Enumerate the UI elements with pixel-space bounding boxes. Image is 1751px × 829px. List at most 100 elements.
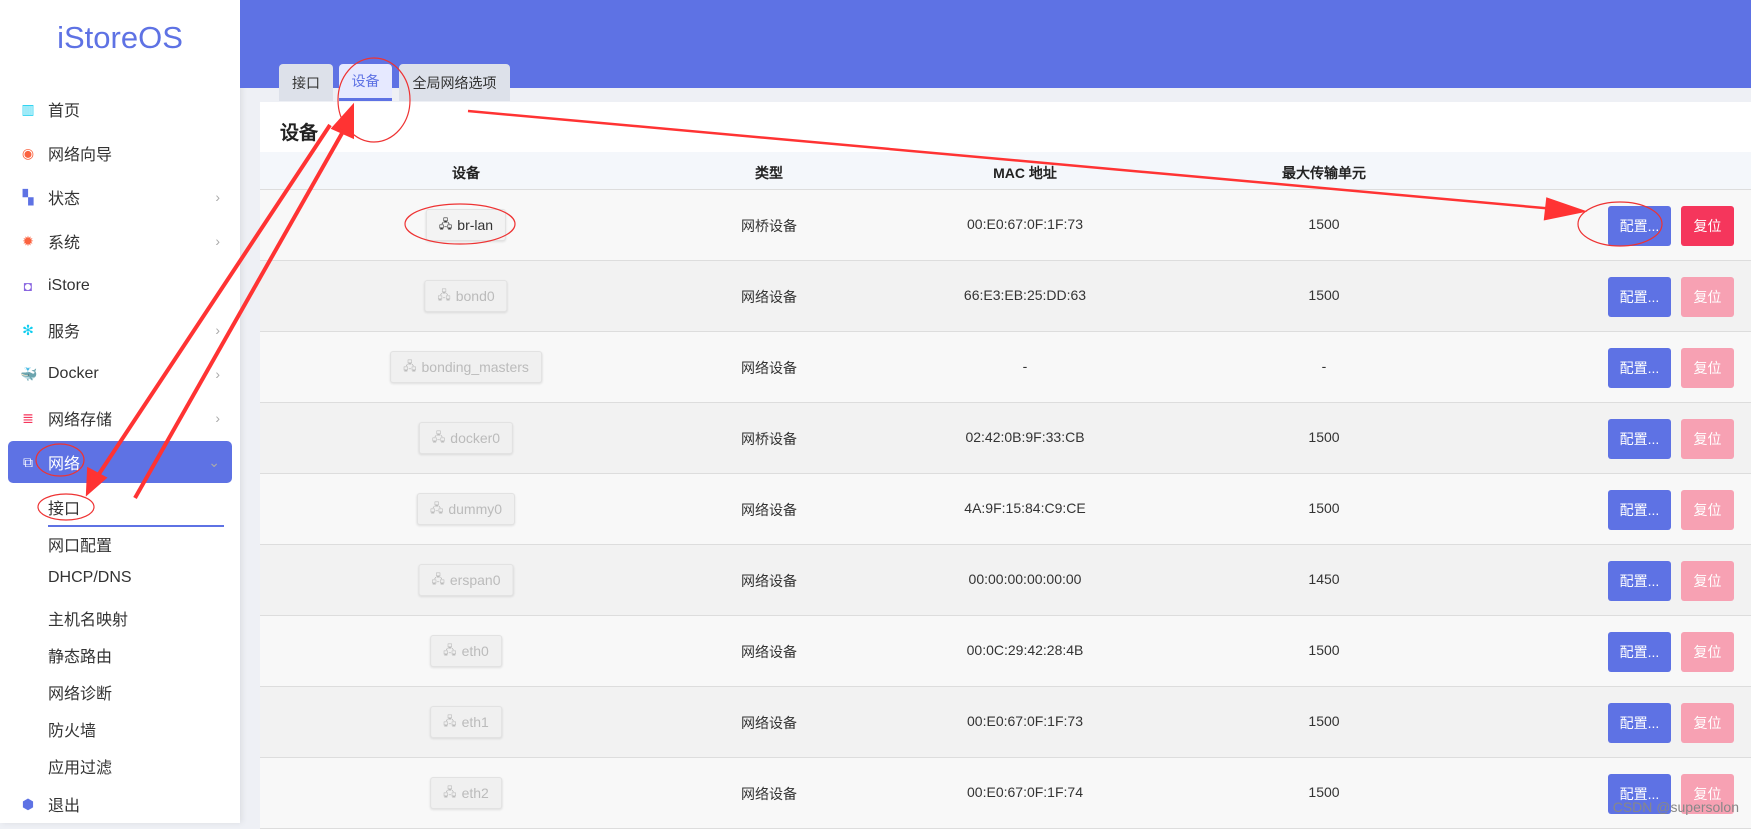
device-name: eth2 bbox=[461, 785, 489, 801]
bag-icon: ◘ bbox=[23, 278, 33, 294]
gear-icon: ✹ bbox=[22, 233, 34, 249]
device-type: 网络设备 bbox=[741, 715, 797, 731]
reset-button[interactable]: 复位 bbox=[1681, 561, 1734, 601]
reset-button[interactable]: 复位 bbox=[1681, 277, 1734, 317]
sidebar-item-3[interactable]: ✹ 系统 › bbox=[8, 220, 232, 262]
device-name: bond0 bbox=[455, 288, 495, 304]
mac-address: 00:E0:67:0F:1F:74 bbox=[967, 784, 1083, 800]
table-row: 🖧 dummy0 网络设备 4A:9F:15:84:C9:CE 1500 配置..… bbox=[260, 474, 1751, 545]
network-device-icon: 🖧 bbox=[429, 500, 444, 515]
sidebar-item-1[interactable]: ◉ 网络向导 bbox=[8, 132, 232, 174]
sidebar-subitem-4[interactable]: 静态路由 bbox=[48, 643, 112, 667]
device-type: 网络设备 bbox=[741, 644, 797, 660]
chevron-down-icon: ⌄ bbox=[208, 453, 220, 470]
table-header: 设备 类型 MAC 地址 最大传输单元 bbox=[260, 152, 1751, 190]
network-device-icon: 🖧 bbox=[443, 713, 457, 728]
network-device-icon: 🖧 bbox=[438, 216, 453, 231]
sidebar-item-5[interactable]: ✻ 服务 › bbox=[8, 309, 232, 351]
globe-icon: ◉ bbox=[21, 145, 35, 161]
network-device-icon: 🖧 bbox=[431, 429, 446, 444]
sidebar-item-label: 服务 bbox=[48, 324, 81, 341]
sidebar-item-label: 网络存储 bbox=[48, 412, 113, 429]
sidebar-item-6[interactable]: 🐳 Docker › bbox=[8, 353, 232, 395]
table-row: 🖧 br-lan 网桥设备 00:E0:67:0F:1F:73 1500 配置..… bbox=[260, 190, 1751, 261]
mac-address: 00:E0:67:0F:1F:73 bbox=[967, 216, 1083, 232]
grid-icon: ▚ bbox=[22, 189, 34, 205]
sidebar-item-4[interactable]: ◘ iStore bbox=[8, 265, 232, 307]
device-badge[interactable]: 🖧 br-lan bbox=[425, 209, 507, 241]
mtu: 1450 bbox=[1308, 571, 1340, 587]
configure-button[interactable]: 配置... bbox=[1608, 206, 1671, 246]
sidebar-subitem-5[interactable]: 网络诊断 bbox=[48, 680, 112, 704]
mac-address: 00:0C:29:42:28:4B bbox=[966, 642, 1084, 658]
cube-icon: ⬢ bbox=[21, 796, 35, 812]
database-icon: ≣ bbox=[22, 410, 34, 426]
sidebar-item-label: 状态 bbox=[48, 191, 81, 208]
reset-button[interactable]: 复位 bbox=[1681, 419, 1734, 459]
logo: iStoreOS bbox=[57, 20, 183, 55]
configure-button[interactable]: 配置... bbox=[1608, 348, 1671, 388]
configure-button[interactable]: 配置... bbox=[1608, 277, 1671, 317]
device-type: 网络设备 bbox=[741, 360, 797, 376]
sidebar-item-logout[interactable]: ⬢ 退出 bbox=[8, 783, 232, 825]
configure-button[interactable]: 配置... bbox=[1608, 561, 1671, 601]
device-name: erspan0 bbox=[449, 572, 501, 588]
device-badge[interactable]: 🖧 dummy0 bbox=[416, 493, 516, 525]
chevron-right-icon: › bbox=[215, 322, 220, 338]
device-badge[interactable]: 🖧 eth0 bbox=[430, 635, 502, 667]
sidebar-subitem-2[interactable]: DHCP/DNS bbox=[48, 569, 132, 587]
device-badge[interactable]: 🖧 docker0 bbox=[418, 422, 514, 454]
configure-button[interactable]: 配置... bbox=[1608, 632, 1671, 672]
configure-button[interactable]: 配置... bbox=[1608, 490, 1671, 530]
sidebar-item-8[interactable]: ⧉ 网络 ⌄ bbox=[8, 441, 232, 483]
device-badge[interactable]: 🖧 eth1 bbox=[430, 706, 502, 738]
reset-button[interactable]: 复位 bbox=[1681, 703, 1734, 743]
tab-2[interactable]: 全局网络选项 bbox=[399, 64, 510, 101]
mtu: 1500 bbox=[1308, 287, 1340, 303]
configure-button[interactable]: 配置... bbox=[1608, 703, 1671, 743]
sidebar-item-0[interactable]: ▥ 首页 bbox=[8, 88, 232, 130]
network-device-icon: 🖧 bbox=[403, 358, 417, 373]
logout-label: 退出 bbox=[48, 798, 81, 815]
col-device: 设备 bbox=[452, 165, 480, 181]
configure-button[interactable]: 配置... bbox=[1608, 419, 1671, 459]
mac-address: 66:E3:EB:25:DD:63 bbox=[963, 287, 1087, 303]
device-name: docker0 bbox=[450, 430, 501, 446]
mtu: 1500 bbox=[1308, 642, 1340, 658]
mtu: 1500 bbox=[1308, 500, 1340, 516]
tab-0[interactable]: 接口 bbox=[279, 64, 333, 101]
sidebar: iStoreOS ▥ 首页 ◉ 网络向导 ▚ 状态 › ✹ 系统 › ◘ iStore ✻ 服务 › 🐳 Doc… bbox=[0, 0, 240, 823]
network-device-icon: 🖧 bbox=[431, 571, 445, 586]
sidebar-item-label: 首页 bbox=[48, 103, 81, 120]
reset-button[interactable]: 复位 bbox=[1681, 348, 1734, 388]
mtu: 1500 bbox=[1308, 713, 1340, 729]
device-badge[interactable]: 🖧 eth2 bbox=[430, 777, 502, 809]
sidebar-item-7[interactable]: ≣ 网络存储 › bbox=[8, 397, 232, 439]
device-type: 网桥设备 bbox=[741, 431, 797, 447]
mtu: 1500 bbox=[1308, 784, 1340, 800]
network-device-icon: 🖧 bbox=[437, 287, 451, 302]
sidebar-item-2[interactable]: ▚ 状态 › bbox=[8, 176, 232, 218]
sidebar-subitem-7[interactable]: 应用过滤 bbox=[48, 754, 112, 778]
sidebar-subitem-1[interactable]: 网口配置 bbox=[48, 532, 112, 556]
table-row: 🖧 bond0 网络设备 66:E3:EB:25:DD:63 1500 配置...… bbox=[260, 261, 1751, 332]
reset-button[interactable]: 复位 bbox=[1681, 632, 1734, 672]
mac-address: - bbox=[1022, 358, 1028, 374]
col-type: 类型 bbox=[755, 165, 783, 181]
sidebar-item-label: iStore bbox=[48, 277, 90, 294]
reset-button[interactable]: 复位 bbox=[1681, 206, 1734, 246]
device-badge[interactable]: 🖧 bond0 bbox=[424, 280, 508, 312]
reset-button[interactable]: 复位 bbox=[1681, 490, 1734, 530]
device-badge[interactable]: 🖧 erspan0 bbox=[418, 564, 514, 596]
sidebar-subitem-3[interactable]: 主机名映射 bbox=[48, 606, 128, 630]
watermark: CSDN @supersolon bbox=[1612, 799, 1739, 815]
sidebar-subitem-6[interactable]: 防火墙 bbox=[48, 717, 96, 741]
sitemap-icon: ⧉ bbox=[23, 454, 33, 470]
dashboard-icon: ▥ bbox=[21, 101, 35, 117]
tab-1[interactable]: 设备 bbox=[339, 64, 392, 101]
device-name: eth1 bbox=[461, 714, 489, 730]
device-badge[interactable]: 🖧 bonding_masters bbox=[390, 351, 542, 383]
sidebar-subitem-0[interactable]: 接口 bbox=[48, 495, 224, 527]
sidebar-item-label: 系统 bbox=[48, 235, 81, 252]
mac-address: 4A:9F:15:84:C9:CE bbox=[964, 500, 1086, 516]
